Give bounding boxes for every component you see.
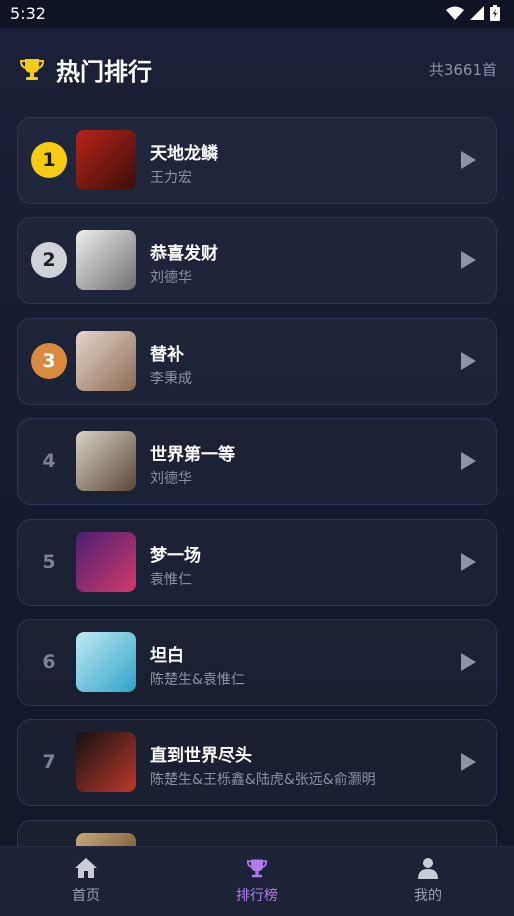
song-artist: 李秉成	[150, 370, 192, 387]
song-artist: 刘德华	[150, 471, 192, 488]
album-cover	[76, 130, 136, 190]
song-card[interactable]: 4 世界第一等刘德华	[17, 418, 497, 506]
nav-charts[interactable]: 排行榜	[197, 857, 317, 905]
page-title: 热门排行	[56, 58, 152, 86]
song-title: 天地龙鳞	[150, 144, 218, 164]
album-cover	[76, 330, 136, 391]
rank-badge: 2	[31, 242, 67, 279]
rank-badge: 1	[31, 142, 67, 178]
status-time: 5:32	[10, 4, 46, 23]
song-title: 恭喜发财	[150, 244, 218, 265]
trophy-icon	[246, 859, 268, 878]
song-artist: 刘德华	[150, 270, 192, 287]
battery-icon	[490, 5, 500, 21]
signal-icon	[470, 6, 484, 20]
album-cover	[76, 230, 136, 291]
play-icon[interactable]	[461, 753, 476, 772]
song-card[interactable]: 6 坦白陈楚生&袁惟仁	[17, 618, 497, 706]
song-card[interactable]: 1 天地龙鳞王力宏	[17, 117, 497, 204]
song-title: 世界第一等	[150, 445, 235, 466]
wifi-icon	[446, 6, 464, 20]
nav-home-label: 首页	[72, 888, 100, 904]
song-count: 共3661首	[428, 61, 497, 79]
play-icon[interactable]	[461, 552, 476, 571]
album-cover	[76, 431, 136, 492]
song-card[interactable]: 7 直到世界尽头陈楚生&王栎鑫&陆虎&张远&俞灏明	[17, 719, 497, 807]
song-artist: 陈楚生&王栎鑫&陆虎&张远&俞灏明	[150, 772, 376, 789]
song-title: 替补	[150, 344, 184, 365]
rank-badge: 4	[42, 450, 56, 473]
album-cover	[76, 531, 136, 592]
song-card[interactable]: 5 梦一场袁惟仁	[17, 518, 497, 606]
trophy-icon	[19, 59, 45, 80]
song-artist: 王力宏	[150, 170, 192, 186]
page-header: 热门排行 共3661首	[0, 28, 514, 112]
song-artist: 陈楚生&袁惟仁	[150, 671, 245, 688]
play-icon[interactable]	[461, 652, 476, 671]
home-icon	[75, 858, 97, 878]
rank-badge: 5	[42, 550, 56, 573]
play-icon[interactable]	[461, 452, 476, 471]
bottom-nav: 首页 排行榜 我的	[0, 846, 514, 916]
song-title: 坦白	[150, 645, 184, 666]
song-card[interactable]: 8有没有人告诉你	[17, 819, 497, 847]
play-icon[interactable]	[461, 351, 476, 370]
status-icons	[446, 5, 500, 21]
nav-charts-label: 排行榜	[236, 888, 278, 904]
rank-badge: 3	[31, 342, 67, 379]
album-cover	[76, 732, 136, 793]
song-artist: 袁惟仁	[150, 571, 192, 588]
song-card[interactable]: 2 恭喜发财刘德华	[17, 217, 497, 305]
song-list: 1 天地龙鳞 王力宏 2 恭喜发财 刘德华 3 替补 李秉成 4 世界第一等 刘德华 5 梦一场 袁惟仁 6 坦…	[17, 117, 497, 847]
album-cover	[76, 631, 136, 692]
play-icon[interactable]	[461, 151, 476, 169]
album-cover	[76, 832, 136, 847]
song-title: 梦一场	[150, 545, 201, 566]
user-icon	[418, 858, 438, 879]
status-bar: 5:32	[0, 0, 514, 28]
nav-mine-label: 我的	[414, 888, 442, 904]
song-card[interactable]: 3 替补李秉成	[17, 317, 497, 405]
play-icon[interactable]	[461, 251, 476, 270]
song-title: 直到世界尽头	[150, 746, 252, 767]
rank-badge: 7	[42, 751, 56, 774]
rank-badge: 6	[42, 650, 56, 673]
nav-mine[interactable]: 我的	[368, 857, 488, 905]
nav-home[interactable]: 首页	[26, 857, 146, 905]
